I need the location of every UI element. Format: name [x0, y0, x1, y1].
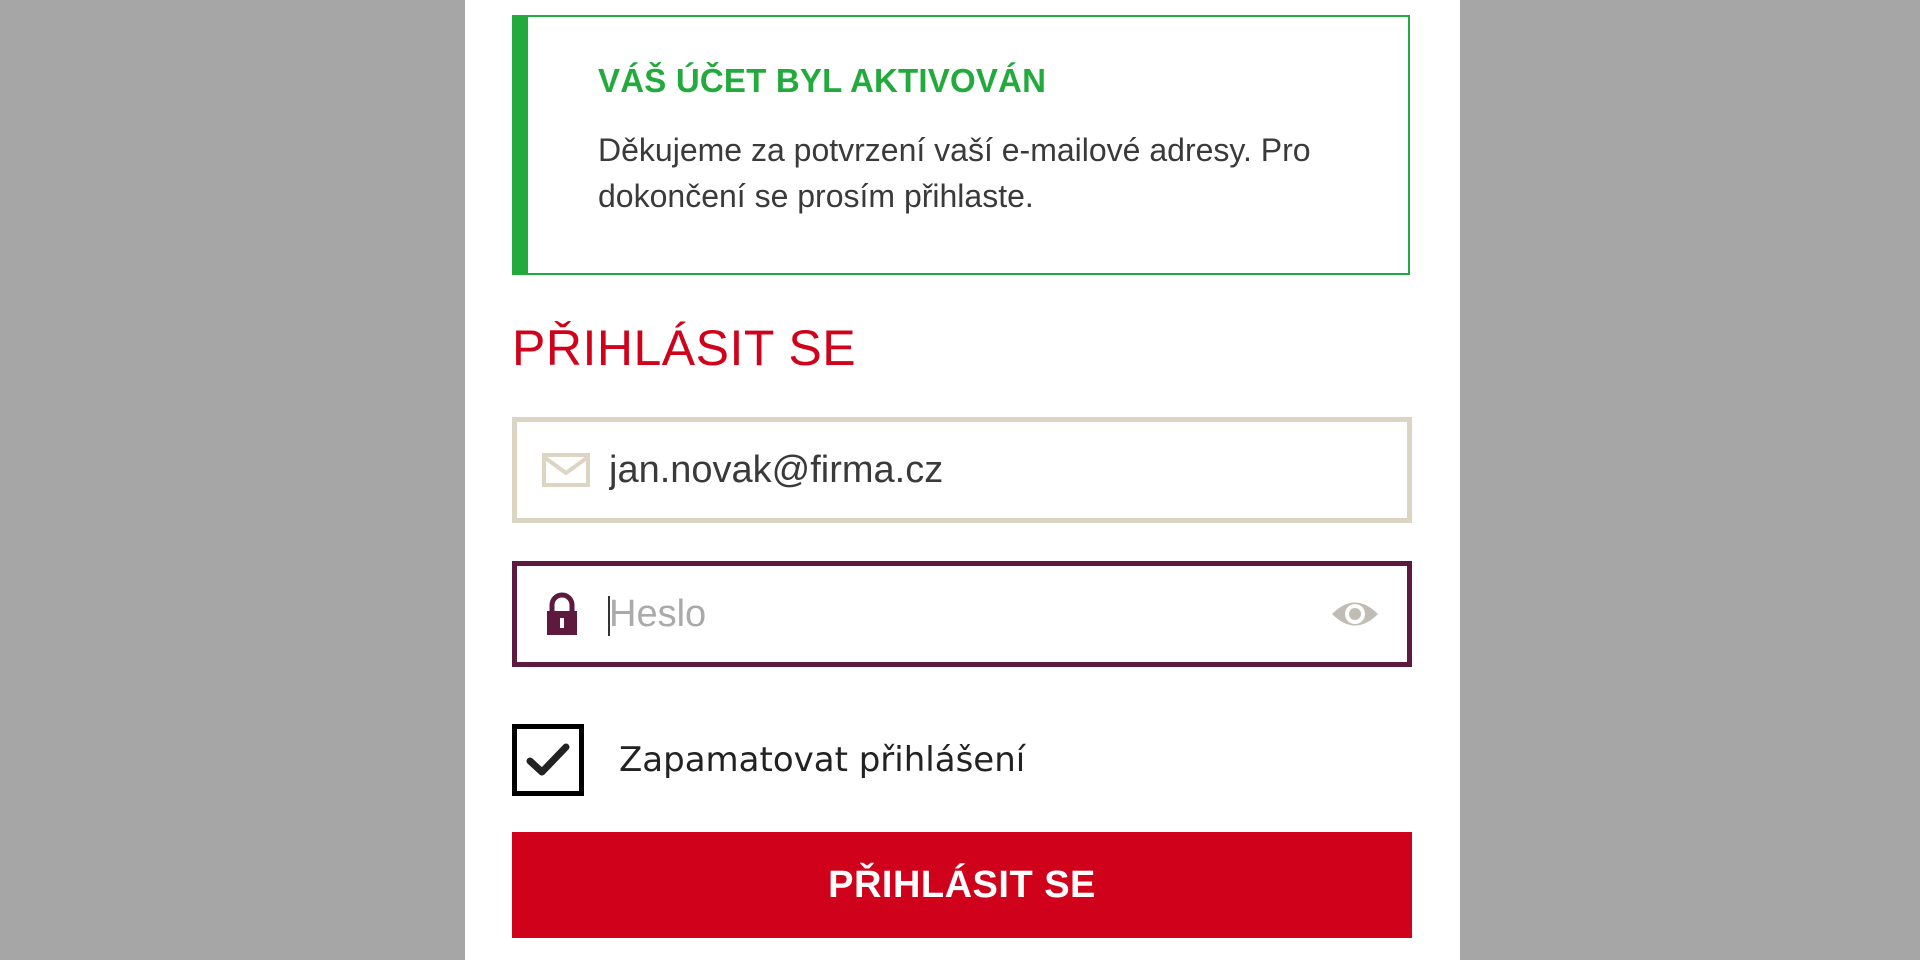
- remember-checkbox[interactable]: [512, 724, 584, 796]
- checkmark-icon: [526, 743, 570, 776]
- envelope-icon: [542, 422, 590, 518]
- password-field[interactable]: [512, 561, 1412, 667]
- login-button[interactable]: PŘIHLÁSIT SE: [512, 832, 1412, 938]
- lock-icon: [542, 566, 582, 662]
- activation-alert: VÁŠ ÚČET BYL AKTIVOVÁN Děkujeme za potvr…: [512, 15, 1410, 275]
- page-title: PŘIHLÁSIT SE: [512, 320, 857, 376]
- alert-message-line-1: Děkujeme za potvrzení vaší e-mailové adr…: [598, 132, 1311, 168]
- remember-me[interactable]: Zapamatovat přihlášení: [512, 724, 1025, 796]
- password-input[interactable]: [607, 566, 1289, 662]
- eye-icon[interactable]: [1330, 566, 1380, 662]
- email-input[interactable]: [607, 422, 1289, 518]
- alert-message-line-2: dokončení se prosím přihlaste.: [598, 178, 1034, 214]
- alert-message: Děkujeme za potvrzení vaší e-mailové adr…: [598, 127, 1398, 219]
- remember-label: Zapamatovat přihlášení: [619, 740, 1026, 780]
- alert-title: VÁŠ ÚČET BYL AKTIVOVÁN: [598, 62, 1047, 99]
- email-field[interactable]: [512, 417, 1412, 523]
- text-cursor: [608, 596, 610, 636]
